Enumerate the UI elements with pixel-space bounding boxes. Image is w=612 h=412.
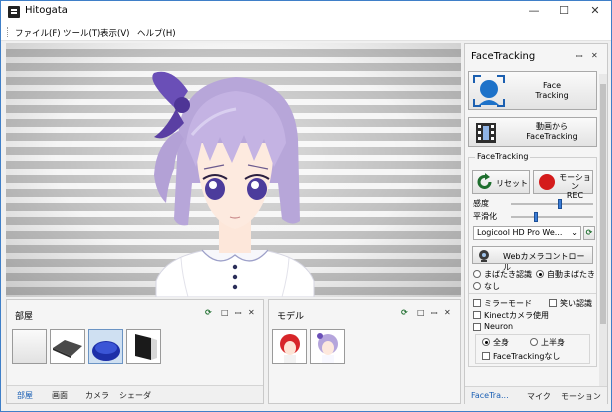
- room-thumbnail-carpet[interactable]: [50, 329, 85, 364]
- reset-label: リセット: [496, 179, 528, 188]
- model-panel-title: モデル: [277, 312, 305, 322]
- tab-microphone[interactable]: マイク: [527, 391, 551, 402]
- sensitivity-slider-thumb[interactable]: [557, 199, 562, 209]
- tab-motion[interactable]: モーション: [561, 391, 601, 402]
- tab-face-tracking[interactable]: FaceTra...: [471, 391, 509, 400]
- menu-tools[interactable]: ツール(T): [63, 27, 100, 39]
- video-face-tracking-button-label: 動画から FaceTracking: [526, 122, 578, 141]
- kinect-camera-checkbox[interactable]: [473, 311, 481, 319]
- panel-maximize-icon[interactable]: □: [417, 308, 425, 317]
- app-window: Hitogata — ☐ ✕ ファイル(F) ツール(T) 表示(V) ヘルプ(…: [0, 0, 612, 412]
- model-thumbnail-red-hair[interactable]: [272, 329, 307, 364]
- model-panel: モデル ⟳ □ ꟷ ✕: [268, 299, 461, 404]
- mirror-mode-label: ミラーモード: [484, 299, 532, 308]
- sensitivity-row: 感度: [473, 198, 594, 209]
- body-full-label: 全身: [493, 338, 509, 347]
- sensitivity-label: 感度: [473, 199, 489, 208]
- mirror-mode-checkbox[interactable]: [473, 299, 481, 307]
- body-upper-label: 上半身: [541, 338, 565, 347]
- motion-rec-label: モーション REC: [559, 173, 591, 200]
- face-panel-tabs: FaceTra... マイク モーション: [465, 386, 607, 404]
- body-radio-upper[interactable]: [530, 338, 538, 346]
- neuron-label: Neuron: [484, 322, 514, 331]
- blink-none-label: なし: [484, 282, 500, 291]
- kinect-camera-label: Kinectカメラ使用: [484, 311, 549, 320]
- avatar-viewport[interactable]: [6, 43, 461, 297]
- title-bar[interactable]: Hitogata — ☐ ✕: [1, 1, 611, 23]
- tab-screen[interactable]: 画面: [52, 390, 68, 401]
- smoothing-slider[interactable]: [511, 212, 593, 222]
- face-tracking-group-title: FaceTracking: [475, 152, 531, 161]
- refresh-icon[interactable]: ⟳: [205, 308, 212, 317]
- blink-radio-auto[interactable]: [536, 270, 544, 278]
- panel-close-icon[interactable]: ✕: [591, 51, 598, 60]
- menu-bar: ファイル(F) ツール(T) 表示(V) ヘルプ(H): [1, 23, 611, 41]
- room-thumbnail-dark[interactable]: [126, 329, 161, 364]
- panel-close-icon[interactable]: ✕: [444, 308, 451, 317]
- window-title: Hitogata: [25, 5, 68, 16]
- blink-radio-recognize[interactable]: [473, 270, 481, 278]
- face-tracking-button[interactable]: Face Tracking: [468, 71, 597, 110]
- room-panel-title: 部屋: [15, 312, 34, 322]
- refresh-icon[interactable]: ⟳: [401, 308, 408, 317]
- smoothing-row: 平滑化: [473, 211, 594, 222]
- room-panel: 部屋 ⟳ □ ꟷ ✕ 部屋 画面 カメラ シェーダ: [6, 299, 264, 404]
- avatar-figure: [152, 71, 315, 297]
- close-button[interactable]: ✕: [579, 1, 611, 21]
- menu-file[interactable]: ファイル(F): [15, 27, 61, 39]
- smoothing-slider-thumb[interactable]: [534, 212, 539, 222]
- camera-refresh-icon[interactable]: ⟳: [583, 226, 595, 240]
- neuron-checkbox[interactable]: [473, 323, 481, 331]
- app-icon: [8, 6, 20, 18]
- tab-shader[interactable]: シェーダ: [119, 390, 151, 401]
- face-tracking-group: FaceTracking リセット モーション REC 感度 平滑化 Logic…: [468, 152, 597, 367]
- blink-auto-label: 自動まばたき: [547, 270, 595, 279]
- pin-icon[interactable]: ꟷ: [235, 308, 242, 319]
- room-thumbnail-plain[interactable]: [12, 329, 47, 364]
- scrollbar-thumb[interactable]: [600, 84, 606, 324]
- camera-select[interactable]: Logicool HD Pro We... ⌄: [473, 226, 581, 240]
- divider: [469, 293, 596, 294]
- motion-rec-button[interactable]: モーション REC: [533, 170, 593, 200]
- face-tracking-panel-title: FaceTracking: [471, 51, 536, 62]
- chevron-down-icon: ⌄: [571, 228, 578, 237]
- smoothing-label: 平滑化: [473, 212, 497, 221]
- blink-recognize-label: まばたき認識: [484, 270, 532, 279]
- webcam-control-button[interactable]: Webカメラコントロール: [472, 246, 593, 272]
- face-tracking-button-label: Face Tracking: [535, 81, 569, 100]
- face-tracking-icon: [473, 75, 505, 107]
- room-thumbnail-blue[interactable]: [88, 329, 123, 364]
- panel-scrollbar[interactable]: [599, 74, 607, 386]
- face-tracking-panel: FaceTracking ꟷ ✕ Face Tracking 動画から Face…: [464, 43, 608, 404]
- minimize-button[interactable]: —: [519, 1, 549, 21]
- tab-room[interactable]: 部屋: [17, 390, 33, 401]
- maximize-button[interactable]: ☐: [549, 1, 579, 21]
- webcam-icon: [479, 250, 489, 262]
- tab-camera[interactable]: カメラ: [85, 390, 109, 401]
- blink-radio-none[interactable]: [473, 282, 481, 290]
- menu-grip-icon: [7, 27, 10, 37]
- record-icon: [539, 174, 555, 190]
- no-face-tracking-label: FaceTrackingなし: [493, 352, 561, 361]
- panel-maximize-icon[interactable]: □: [221, 308, 229, 317]
- no-face-tracking-checkbox[interactable]: [482, 352, 490, 360]
- laugh-recognition-label: 笑い認識: [560, 299, 592, 308]
- room-panel-tabs: 部屋 画面 カメラ シェーダ: [7, 385, 263, 403]
- menu-help[interactable]: ヘルプ(H): [137, 27, 176, 39]
- film-icon: [476, 123, 496, 143]
- body-mode-group: 全身 上半身 FaceTrackingなし: [475, 334, 590, 364]
- reset-button[interactable]: リセット: [472, 170, 530, 194]
- panel-close-icon[interactable]: ✕: [248, 308, 255, 317]
- reset-icon: [477, 173, 492, 189]
- camera-select-value: Logicool HD Pro We...: [477, 228, 563, 237]
- laugh-recognition-checkbox[interactable]: [549, 299, 557, 307]
- menu-view[interactable]: 表示(V): [100, 27, 129, 39]
- sensitivity-slider[interactable]: [511, 199, 593, 209]
- model-thumbnail-purple-hair[interactable]: [310, 329, 345, 364]
- body-radio-full[interactable]: [482, 338, 490, 346]
- pin-icon[interactable]: ꟷ: [431, 308, 438, 319]
- pin-icon[interactable]: ꟷ: [576, 51, 583, 62]
- video-face-tracking-button[interactable]: 動画から FaceTracking: [468, 117, 597, 147]
